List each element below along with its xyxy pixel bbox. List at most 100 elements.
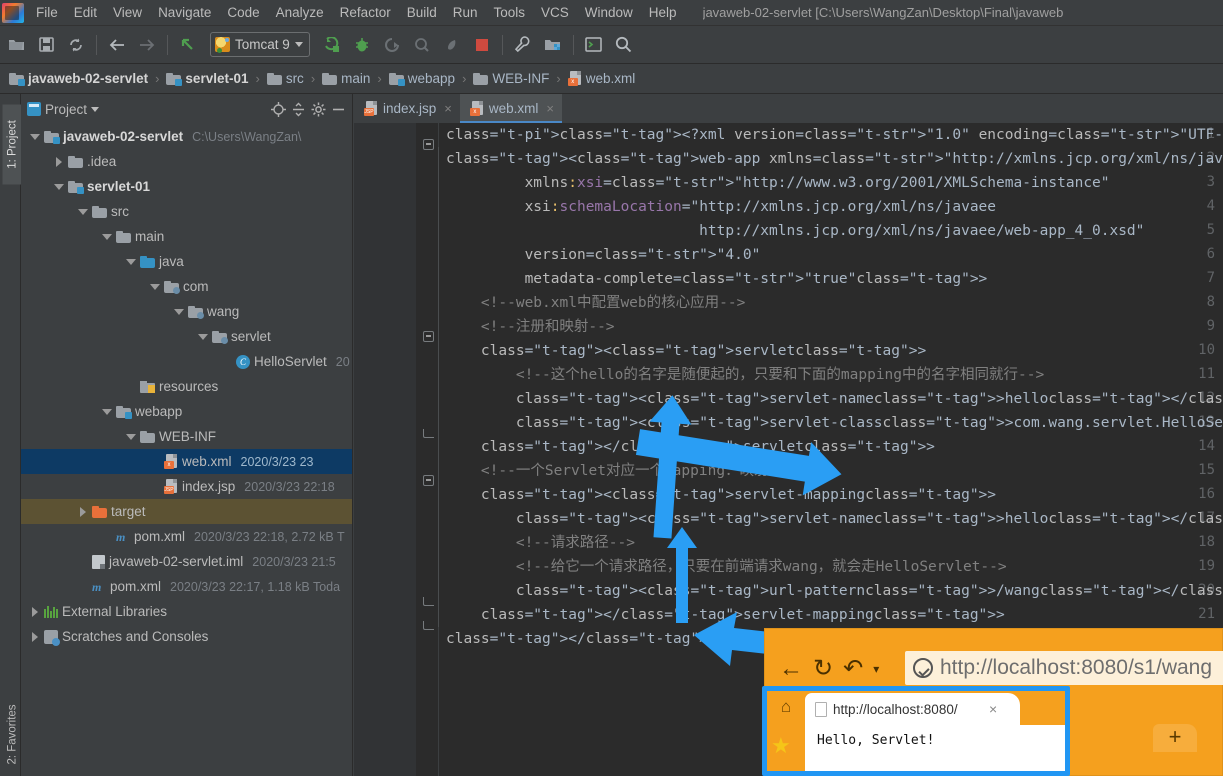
locate-icon[interactable] [270,101,286,117]
menu-window[interactable]: Window [577,2,641,23]
module-folder-icon [44,130,60,144]
tree-node-label: com [183,279,209,294]
tree-node-helloservlet[interactable]: C HelloServlet 20 [21,349,352,374]
xml-file-icon: x [469,101,484,116]
tree-node-index-jsp[interactable]: JSP index.jsp 2020/3/23 22:18 [21,474,352,499]
project-structure-icon[interactable] [539,31,567,59]
tree-node-javaweb-02-servlet[interactable]: javaweb-02-servlet C:\Users\WangZan\ [21,124,352,149]
tree-node-com[interactable]: com [21,274,352,299]
tree-node-wang[interactable]: wang [21,299,352,324]
fold-marker-webapp[interactable] [422,139,435,152]
browser-tab[interactable]: http://localhost:8080/ × [805,693,1020,725]
back-arrow-icon[interactable] [103,31,131,59]
tree-toggle-right-icon[interactable] [29,631,40,642]
tree-node-main[interactable]: main [21,224,352,249]
tree-node-javaweb-02-servlet-iml[interactable]: javaweb-02-servlet.iml 2020/3/23 21:5 [21,549,352,574]
tree-node-external-libraries[interactable]: External Libraries [21,599,352,624]
breadcrumb-item-webxml[interactable]: x web.xml [565,69,639,88]
undo-icon[interactable]: ↶ [843,657,863,681]
tree-toggle-right-icon[interactable] [29,606,40,617]
editor-gutter[interactable] [354,123,416,776]
menu-edit[interactable]: Edit [66,2,105,23]
breadcrumb-item-src[interactable]: src [264,69,307,88]
search-everywhere-icon[interactable] [610,31,638,59]
tree-toggle-down-icon[interactable] [53,181,64,192]
menu-view[interactable]: View [105,2,150,23]
tree-toggle-down-icon[interactable] [29,131,40,142]
tree-toggle-down-icon[interactable] [197,331,208,342]
sync-icon[interactable] [62,31,90,59]
tree-node-pom-xml[interactable]: m pom.xml 2020/3/23 22:18, 2.72 kB T [21,524,352,549]
undo-icon[interactable] [174,31,202,59]
tree-node-java[interactable]: java [21,249,352,274]
editor-tab-index-jsp[interactable]: JSP index.jsp × [354,94,460,123]
collapse-all-icon[interactable] [290,101,306,117]
fold-marker-mapping[interactable] [422,475,435,488]
profile-icon[interactable] [408,31,436,59]
terminal-icon[interactable] [580,31,608,59]
tree-toggle-down-icon[interactable] [173,306,184,317]
browser-back-url-bar[interactable]: http://localhost:8080/s1/wang [905,651,1223,685]
tree-toggle-down-icon[interactable] [101,231,112,242]
run-configuration-selector[interactable]: Tomcat 9 [210,32,310,57]
tree-node-web-xml[interactable]: x web.xml 2020/3/23 23 [21,449,352,474]
tree-node-scratches-and-consoles[interactable]: Scratches and Consoles [21,624,352,649]
close-icon[interactable]: × [989,701,997,717]
menu-analyze[interactable]: Analyze [268,2,332,23]
chevron-down-icon[interactable]: ▾ [873,663,879,675]
chevron-down-icon[interactable] [91,106,100,112]
tree-toggle-down-icon[interactable] [77,206,88,217]
menu-navigate[interactable]: Navigate [150,2,219,23]
tree-toggle-down-icon[interactable] [125,431,136,442]
debug-icon[interactable] [348,31,376,59]
forward-arrow-icon[interactable] [133,31,161,59]
tree-toggle-down-icon[interactable] [125,256,136,267]
menu-file[interactable]: File [28,2,66,23]
breadcrumb-item-main[interactable]: main [319,69,373,88]
save-icon[interactable] [32,31,60,59]
tree-node-pom-xml[interactable]: m pom.xml 2020/3/23 22:17, 1.18 kB Toda [21,574,352,599]
fold-marker-servlet[interactable] [422,331,435,344]
menu-vcs[interactable]: VCS [533,2,577,23]
home-icon[interactable]: ⌂ [775,697,797,717]
close-icon[interactable]: × [444,101,452,116]
tree-node-resources[interactable]: resources [21,374,352,399]
tree-toggle-right-icon[interactable] [77,506,88,517]
tree-node-src[interactable]: src [21,199,352,224]
menu-help[interactable]: Help [641,2,685,23]
stop-icon[interactable] [468,31,496,59]
tree-toggle-down-icon[interactable] [101,406,112,417]
run-with-coverage-icon[interactable] [378,31,406,59]
menu-code[interactable]: Code [219,2,267,23]
star-icon[interactable]: ★ [771,733,791,759]
browser-window-front[interactable]: ⌂ http://localhost:8080/ × Hello, Servle… [762,686,1070,776]
minimize-icon[interactable] [330,101,346,117]
tree-node-servlet[interactable]: servlet [21,324,352,349]
breadcrumb-item-webapp[interactable]: webapp [386,69,458,88]
tree-node-idea[interactable]: .idea [21,149,352,174]
breadcrumb-item-module[interactable]: servlet-01 [163,69,251,88]
back-arrow-icon[interactable]: ← [779,657,803,681]
tree-toggle-right-icon[interactable] [53,156,64,167]
breadcrumb-item-webinf[interactable]: WEB-INF [470,69,552,88]
new-tab-button[interactable]: + [1153,724,1197,752]
attach-icon[interactable] [438,31,466,59]
tree-toggle-down-icon[interactable] [149,281,160,292]
tree-node-webapp[interactable]: webapp [21,399,352,424]
breadcrumb-label: web.xml [585,71,636,86]
tree-node-target[interactable]: target [21,499,352,524]
tree-node-servlet-01[interactable]: servlet-01 [21,174,352,199]
settings-wrench-icon[interactable] [509,31,537,59]
menu-run[interactable]: Run [445,2,486,23]
breadcrumb-item-project[interactable]: javaweb-02-servlet [6,69,151,88]
gear-icon[interactable] [310,101,326,117]
menu-build[interactable]: Build [399,2,445,23]
tree-node-web-inf[interactable]: WEB-INF [21,424,352,449]
reload-icon[interactable]: ↻ [813,657,833,681]
open-folder-icon[interactable] [2,31,30,59]
close-icon[interactable]: × [546,101,554,116]
menu-refactor[interactable]: Refactor [332,2,399,23]
run-icon[interactable] [318,31,346,59]
editor-tab-web-xml[interactable]: x web.xml × [459,94,563,123]
menu-tools[interactable]: Tools [486,2,534,23]
